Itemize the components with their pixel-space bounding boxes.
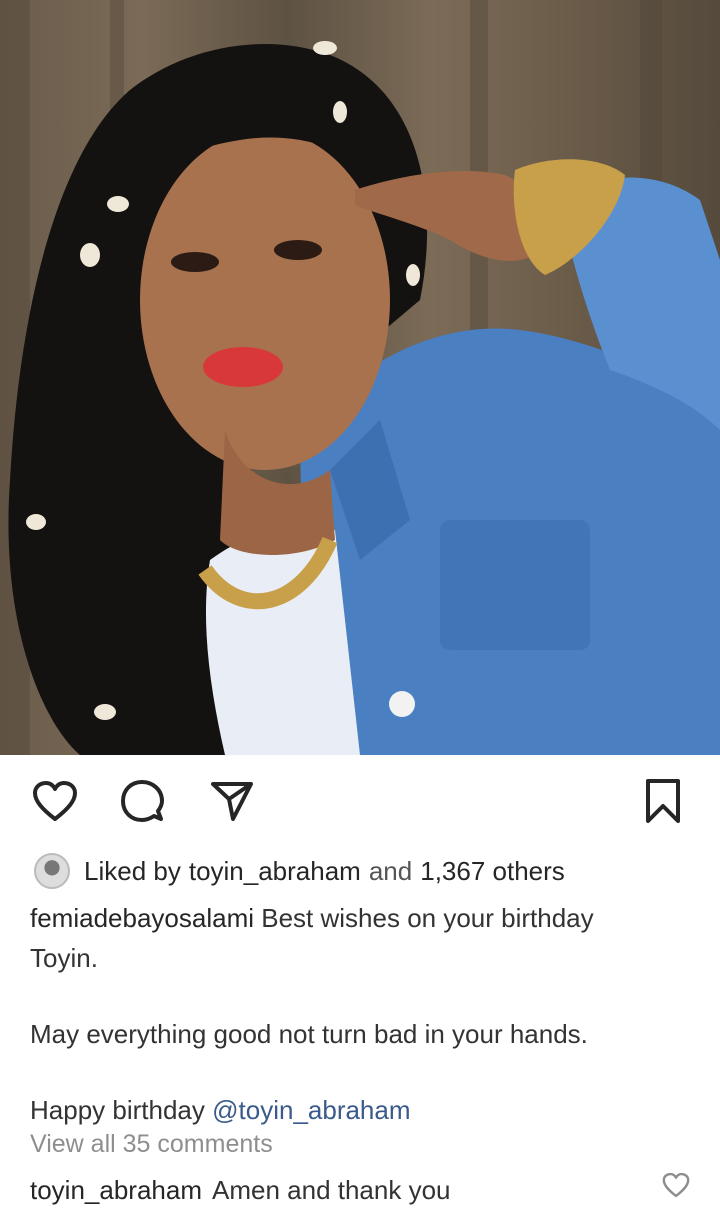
liker-avatar[interactable] bbox=[34, 853, 70, 889]
comment-button[interactable] bbox=[117, 776, 167, 826]
heart-icon bbox=[33, 781, 77, 821]
post-action-bar bbox=[0, 770, 720, 832]
likes-connector: and bbox=[368, 855, 413, 886]
comment-row: toyin_abraham Amen and thank you bbox=[30, 1170, 690, 1210]
paper-plane-icon bbox=[211, 782, 253, 821]
comment-bubble-icon bbox=[121, 780, 164, 822]
caption-username[interactable]: femiadebayosalami bbox=[30, 903, 254, 933]
likes-summary[interactable]: Liked by toyin_abraham and 1,367 others bbox=[34, 848, 565, 894]
like-button[interactable] bbox=[30, 776, 80, 826]
comment-like-button[interactable] bbox=[662, 1172, 690, 1200]
heart-icon bbox=[662, 1172, 690, 1198]
view-all-comments-link[interactable]: View all 35 comments bbox=[30, 1130, 273, 1159]
caption-line-2: Toyin. bbox=[30, 943, 98, 973]
liker-username[interactable]: toyin_abraham bbox=[189, 856, 361, 887]
post-photo[interactable] bbox=[0, 0, 720, 755]
comment-username[interactable]: toyin_abraham bbox=[30, 1175, 202, 1206]
caption-mention[interactable]: @toyin_abraham bbox=[212, 1095, 410, 1125]
caption-line-3: May everything good not turn bad in your… bbox=[30, 1019, 588, 1049]
likes-prefix: Liked by bbox=[84, 855, 181, 886]
likes-others-count[interactable]: 1,367 others bbox=[420, 856, 565, 887]
share-button[interactable] bbox=[207, 776, 257, 826]
post-caption: femiadebayosalami Best wishes on your bi… bbox=[30, 898, 690, 1130]
photo-illustration bbox=[0, 0, 720, 755]
caption-line-4: Happy birthday bbox=[30, 1095, 205, 1125]
save-button[interactable] bbox=[638, 776, 688, 826]
caption-line-1: Best wishes on your birthday bbox=[261, 903, 594, 933]
bookmark-icon bbox=[646, 779, 680, 823]
comment-text: Amen and thank you bbox=[212, 1174, 451, 1205]
